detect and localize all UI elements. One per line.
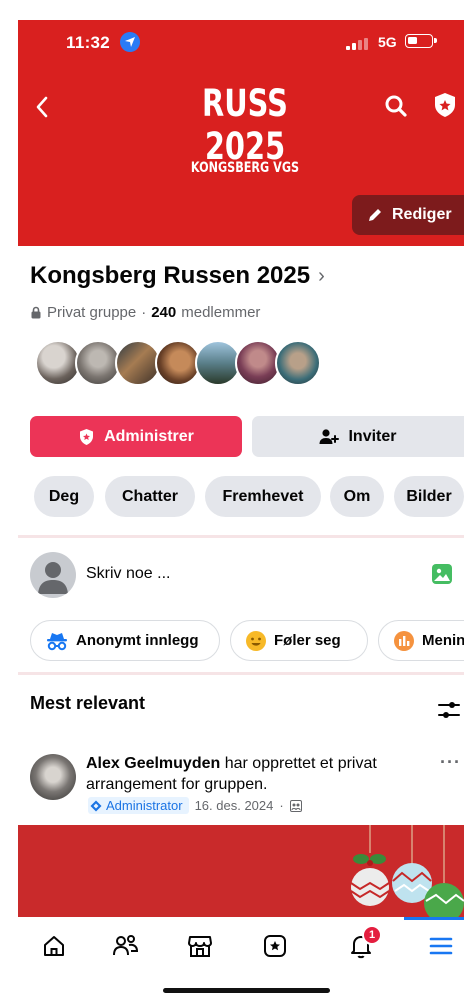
user-silhouette-icon: [38, 562, 68, 594]
top-band: [0, 0, 464, 20]
filter-icon[interactable]: [437, 699, 461, 721]
nav-feeds[interactable]: [258, 929, 292, 963]
chip-label: Menin: [422, 632, 464, 649]
sort-label: Mest relevant: [30, 693, 146, 713]
search-button[interactable]: [382, 92, 410, 120]
member-label: medlemmer: [181, 304, 261, 321]
tab-label: Chatter: [121, 487, 178, 505]
network-label: 5G: [378, 34, 397, 50]
chevron-left-icon: [36, 96, 48, 118]
nav-menu[interactable]: [424, 929, 458, 963]
signal-icon: [346, 38, 368, 50]
tab-chatter[interactable]: Chatter: [105, 476, 195, 517]
photo-icon[interactable]: [431, 563, 453, 585]
incognito-icon: [47, 632, 67, 650]
chip-feeling[interactable]: Føler seg: [230, 620, 368, 661]
manage-button[interactable]: Administrer: [30, 416, 242, 457]
tab-deg[interactable]: Deg: [34, 476, 94, 517]
active-indicator: [404, 917, 464, 920]
status-bar: 11:32 5G: [18, 20, 464, 64]
post-author[interactable]: Alex Geelmuyden: [86, 755, 220, 772]
tab-label: Fremhevet: [222, 487, 304, 505]
avatar: [275, 340, 321, 386]
admin-shield-button[interactable]: [430, 90, 460, 120]
back-button[interactable]: [30, 92, 56, 122]
lock-icon: [31, 306, 41, 319]
feeds-icon: [264, 935, 286, 957]
cover-subtitle: KONGSBERG VGS: [190, 160, 300, 176]
smiley-icon: [246, 630, 266, 651]
post-dot: ·: [279, 798, 284, 813]
group-meta: Privat gruppe · 240 medlemmer: [30, 304, 260, 321]
left-edge: [0, 0, 18, 246]
home-icon: [44, 936, 64, 956]
post-more-button[interactable]: ···: [440, 752, 461, 773]
post-author-avatar[interactable]: [30, 754, 76, 800]
nav-home[interactable]: [37, 929, 71, 963]
group-cover: 11:32 5G RUSS 2025 KONGSBERG VGS Rediger: [0, 0, 464, 246]
shield-star-icon: [435, 93, 455, 117]
tab-label: Deg: [48, 487, 80, 505]
privacy-label: Privat gruppe: [47, 304, 137, 321]
edit-label: Rediger: [392, 206, 452, 223]
edit-cover-button[interactable]: Rediger: [352, 195, 464, 235]
invite-label: Inviter: [348, 427, 397, 445]
chip-label: Anonymt innlegg: [76, 632, 199, 649]
location-arrow-icon: [120, 32, 140, 52]
notification-badge: 1: [362, 925, 382, 945]
poll-icon: [394, 630, 414, 651]
diamond-icon: [90, 800, 102, 811]
post-type-chips: Anonymt innlegg Føler seg Menin: [30, 620, 464, 662]
cover-title: RUSS 2025: [202, 82, 288, 168]
chip-label: Føler seg: [274, 632, 341, 649]
pencil-icon: [369, 209, 381, 221]
tab-label: Bilder: [406, 487, 452, 505]
meta-separator: ·: [141, 304, 147, 321]
chevron-right-icon: ›: [318, 264, 325, 287]
nav-marketplace[interactable]: [183, 929, 217, 963]
member-avatars[interactable]: [35, 340, 335, 386]
invite-button[interactable]: Inviter: [252, 416, 464, 457]
tab-label: Om: [343, 487, 371, 505]
group-audience-icon: [289, 799, 302, 812]
chip-anonymous-post[interactable]: Anonymt innlegg: [30, 620, 220, 661]
admin-badge-label: Administrator: [106, 798, 183, 813]
search-icon: [385, 95, 407, 117]
composer-avatar[interactable]: [30, 552, 76, 598]
chip-poll[interactable]: Menin: [378, 620, 464, 661]
post-date: 16. des. 2024: [194, 798, 274, 813]
manage-label: Administrer: [104, 427, 194, 445]
member-count: 240: [151, 304, 177, 321]
tab-bilder[interactable]: Bilder: [394, 476, 464, 517]
divider: [18, 535, 464, 538]
home-indicator: [163, 988, 330, 993]
divider: [18, 672, 464, 675]
menu-icon: [429, 937, 453, 955]
add-person-icon: [319, 428, 340, 444]
status-time: 11:32: [66, 33, 111, 52]
group-name-text: Kongsberg Russen 2025: [30, 262, 311, 289]
post-headline: Alex Geelmuyden har opprettet et privat …: [86, 753, 431, 795]
admin-badge: Administrator: [88, 797, 189, 814]
bottom-nav: 1: [0, 917, 464, 997]
marketplace-icon: [188, 936, 212, 957]
tab-fremhevet[interactable]: Fremhevet: [205, 476, 321, 517]
event-cover-image[interactable]: [18, 825, 464, 917]
groups-icon: [113, 935, 139, 956]
tab-om[interactable]: Om: [330, 476, 384, 517]
nav-groups[interactable]: [109, 929, 143, 963]
shield-star-icon: [80, 428, 94, 445]
composer-input[interactable]: Skriv noe ...: [86, 565, 170, 583]
post-meta: Administrator 16. des. 2024 ·: [88, 797, 302, 814]
group-name[interactable]: Kongsberg Russen 2025 ›: [30, 262, 325, 290]
christmas-ornaments-image: [18, 825, 464, 917]
battery-icon: [405, 34, 437, 48]
